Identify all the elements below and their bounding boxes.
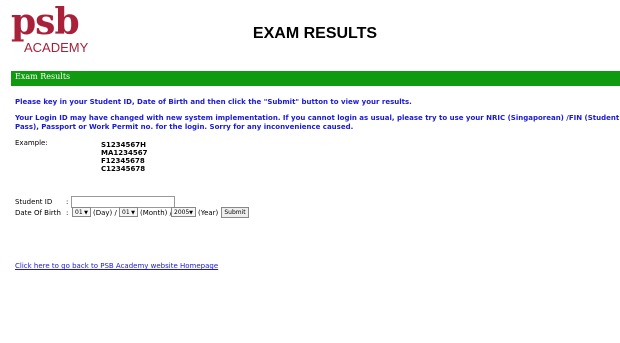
month-suffix: (Month) / xyxy=(140,209,172,217)
student-id-label: Student ID xyxy=(15,198,53,206)
year-select-value: 2005 xyxy=(174,209,190,216)
instruction-text: Please key in your Student ID, Date of B… xyxy=(15,98,412,106)
chevron-down-icon: ▼ xyxy=(131,210,135,216)
day-suffix: (Day) / xyxy=(93,209,117,217)
day-select[interactable]: 01 ▼ xyxy=(72,207,91,217)
student-id-colon: : xyxy=(66,198,69,206)
example-label: Example: xyxy=(15,139,48,147)
section-header-label: Exam Results xyxy=(15,72,71,81)
example-id: S1234567H xyxy=(101,141,146,149)
chevron-down-icon: ▼ xyxy=(84,210,88,216)
submit-button[interactable]: Submit xyxy=(221,207,249,218)
year-suffix: (Year) xyxy=(198,209,219,217)
dob-label: Date Of Birth xyxy=(15,209,61,217)
logo-academy-text: ACADEMY xyxy=(24,40,89,55)
example-id: MA1234567 xyxy=(101,149,148,157)
month-select[interactable]: 01 ▼ xyxy=(119,207,138,217)
dob-colon: : xyxy=(66,209,69,217)
page-title: EXAM RESULTS xyxy=(252,25,378,42)
example-id: C12345678 xyxy=(101,165,146,173)
month-select-value: 01 xyxy=(122,209,130,216)
day-select-value: 01 xyxy=(75,209,83,216)
example-id: F12345678 xyxy=(101,157,145,165)
example-id-list: S1234567H MA1234567 F12345678 C12345678 xyxy=(101,141,147,173)
section-header-bar: Exam Results xyxy=(11,71,620,86)
year-select[interactable]: 2005 ▼ xyxy=(171,207,196,217)
chevron-down-icon: ▼ xyxy=(189,210,193,216)
login-id-notice: Your Login ID may have changed with new … xyxy=(15,114,620,131)
homepage-link[interactable]: Click here to go back to PSB Academy web… xyxy=(15,262,218,270)
